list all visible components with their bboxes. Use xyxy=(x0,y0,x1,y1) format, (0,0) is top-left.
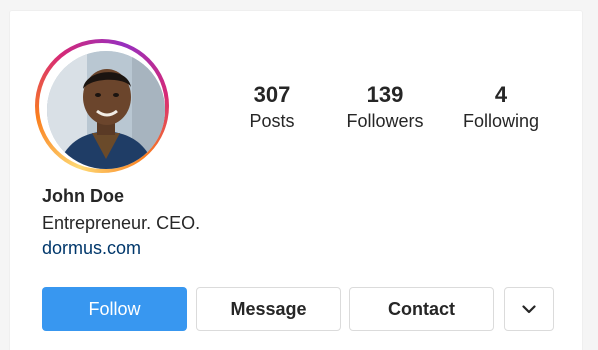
stat-posts[interactable]: 307 Posts xyxy=(217,82,327,133)
stat-value: 4 xyxy=(494,82,508,107)
story-ring[interactable] xyxy=(35,39,169,173)
stat-value: 307 xyxy=(253,82,291,107)
chevron-down-icon xyxy=(522,304,536,313)
more-options-button[interactable] xyxy=(504,287,554,331)
follow-button[interactable]: Follow xyxy=(42,287,187,331)
message-button[interactable]: Message xyxy=(196,287,341,331)
profile-bio: Entrepreneur. CEO. xyxy=(42,213,201,233)
stat-value: 139 xyxy=(366,82,404,107)
profile-name: John Doe xyxy=(42,186,125,206)
contact-button[interactable]: Contact xyxy=(349,287,494,331)
avatar-photo xyxy=(47,51,165,169)
stat-label: Posts xyxy=(249,111,295,131)
profile-website-link[interactable]: dormus.com xyxy=(42,238,141,259)
page: 307 Posts 139 Followers 4 Following John… xyxy=(0,0,598,350)
stat-following[interactable]: 4 Following xyxy=(446,82,556,133)
avatar[interactable] xyxy=(47,51,165,169)
stat-followers[interactable]: 139 Followers xyxy=(330,82,440,133)
stat-label: Followers xyxy=(346,111,424,131)
stat-label: Following xyxy=(462,111,540,131)
